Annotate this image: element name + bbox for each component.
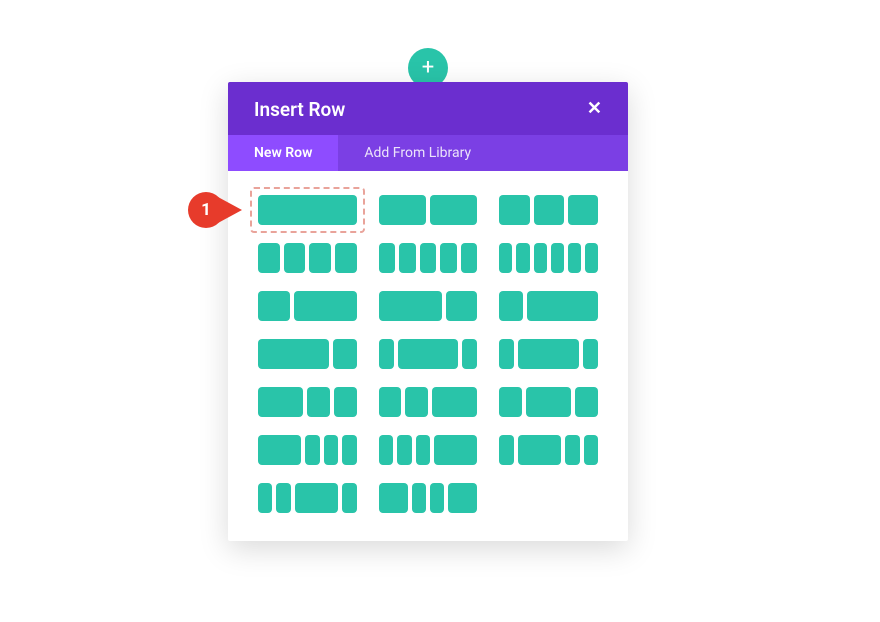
layout-column bbox=[379, 435, 393, 465]
layout-column bbox=[379, 243, 396, 273]
layout-column bbox=[568, 195, 598, 225]
layout-option-1-3-1-1[interactable] bbox=[499, 435, 598, 465]
layout-column bbox=[342, 483, 356, 513]
layout-column bbox=[499, 291, 523, 321]
layout-column bbox=[258, 243, 280, 273]
layout-column bbox=[379, 195, 426, 225]
layout-column bbox=[258, 291, 290, 321]
tab-new-row[interactable]: New Row bbox=[228, 135, 338, 171]
layout-column bbox=[499, 435, 513, 465]
layout-option-1-2-1[interactable] bbox=[499, 339, 598, 369]
layout-column bbox=[294, 291, 357, 321]
layout-column bbox=[499, 387, 522, 417]
plus-icon: + bbox=[422, 57, 434, 79]
layout-option-1-2-1b[interactable] bbox=[499, 387, 598, 417]
layout-column bbox=[499, 243, 512, 273]
layout-option-quarters[interactable] bbox=[258, 243, 357, 273]
layout-column bbox=[575, 387, 598, 417]
layout-column bbox=[405, 387, 428, 417]
layout-column bbox=[568, 243, 581, 273]
layout-column bbox=[526, 387, 571, 417]
close-button[interactable]: ✕ bbox=[581, 96, 608, 121]
layout-column bbox=[324, 435, 338, 465]
layout-column bbox=[398, 339, 458, 369]
layout-column bbox=[527, 291, 598, 321]
layout-column bbox=[461, 243, 478, 273]
annotation-pointer: 1 bbox=[188, 192, 242, 228]
modal-header: Insert Row ✕ New Row Add From Library bbox=[228, 82, 628, 171]
layout-column bbox=[342, 435, 356, 465]
layout-column bbox=[462, 339, 477, 369]
layout-column bbox=[584, 435, 598, 465]
close-icon: ✕ bbox=[587, 98, 602, 118]
layout-column bbox=[499, 195, 529, 225]
layout-column bbox=[333, 339, 357, 369]
layout-column bbox=[448, 483, 477, 513]
layout-option-3-1[interactable] bbox=[258, 339, 357, 369]
layout-option-1-1-1-3[interactable] bbox=[379, 435, 478, 465]
layout-column bbox=[430, 195, 477, 225]
layout-column bbox=[432, 387, 477, 417]
layout-column bbox=[258, 339, 329, 369]
layout-option-fifths[interactable] bbox=[379, 243, 478, 273]
layout-option-1-1-3-1[interactable] bbox=[258, 483, 357, 513]
layout-column bbox=[585, 243, 598, 273]
layout-option-1-4-1[interactable] bbox=[379, 339, 478, 369]
layout-option-1-1-2[interactable] bbox=[379, 387, 478, 417]
layout-option-half-half[interactable] bbox=[379, 195, 478, 225]
layout-column bbox=[397, 435, 411, 465]
insert-row-modal: Insert Row ✕ New Row Add From Library bbox=[228, 82, 628, 541]
layout-column bbox=[518, 339, 578, 369]
layout-column bbox=[446, 291, 478, 321]
layout-column bbox=[284, 243, 306, 273]
layout-column bbox=[440, 243, 457, 273]
layout-column bbox=[551, 243, 564, 273]
layout-column bbox=[258, 195, 357, 225]
layout-column bbox=[565, 435, 579, 465]
layout-column bbox=[334, 387, 357, 417]
layout-column bbox=[307, 387, 330, 417]
layout-column bbox=[379, 483, 408, 513]
layout-option-2-1[interactable] bbox=[379, 291, 478, 321]
layout-column bbox=[518, 435, 561, 465]
layout-column bbox=[430, 483, 444, 513]
layout-column bbox=[305, 435, 319, 465]
annotation-label: 1 bbox=[188, 192, 224, 228]
layout-option-1-2[interactable] bbox=[258, 291, 357, 321]
tab-add-from-library[interactable]: Add From Library bbox=[338, 135, 497, 171]
layout-column bbox=[583, 339, 598, 369]
layout-column bbox=[534, 243, 547, 273]
layout-option-2-1-1-2[interactable] bbox=[379, 483, 478, 513]
layout-column bbox=[295, 483, 338, 513]
layout-option-1-3[interactable] bbox=[499, 291, 598, 321]
layout-column bbox=[309, 243, 331, 273]
layout-grid bbox=[228, 171, 628, 541]
layout-option-2-1-1[interactable] bbox=[258, 387, 357, 417]
layout-column bbox=[258, 435, 301, 465]
layout-column bbox=[258, 387, 303, 417]
layout-column bbox=[276, 483, 290, 513]
layout-column bbox=[516, 243, 529, 273]
layout-column bbox=[379, 339, 394, 369]
layout-column bbox=[412, 483, 426, 513]
layout-option-thirds[interactable] bbox=[499, 195, 598, 225]
tab-bar: New Row Add From Library bbox=[228, 135, 628, 171]
layout-column bbox=[534, 195, 564, 225]
layout-option-full[interactable] bbox=[258, 195, 357, 225]
layout-column bbox=[416, 435, 430, 465]
layout-column bbox=[258, 483, 272, 513]
layout-column bbox=[335, 243, 357, 273]
layout-column bbox=[399, 243, 416, 273]
layout-column bbox=[420, 243, 437, 273]
layout-option-3-1-1-1[interactable] bbox=[258, 435, 357, 465]
layout-column bbox=[434, 435, 477, 465]
modal-title: Insert Row bbox=[228, 82, 628, 135]
layout-column bbox=[499, 339, 514, 369]
layout-column bbox=[379, 291, 442, 321]
layout-option-sixths[interactable] bbox=[499, 243, 598, 273]
layout-column bbox=[379, 387, 402, 417]
